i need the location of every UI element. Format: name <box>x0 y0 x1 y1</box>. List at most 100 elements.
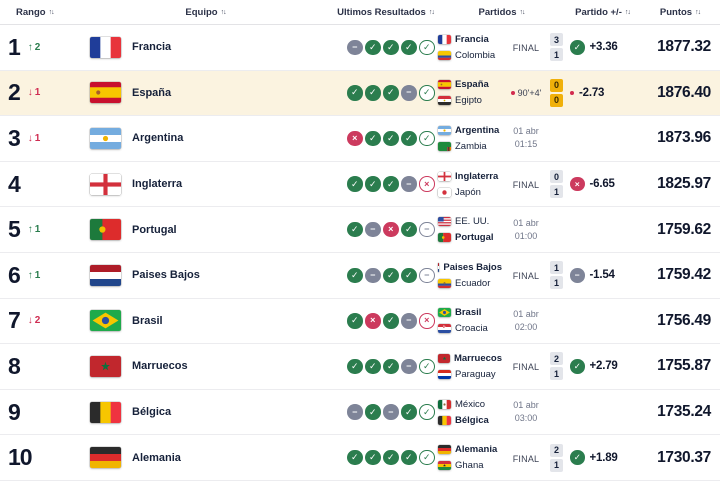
points-value: 1877.32 <box>640 38 720 56</box>
team-cell[interactable]: Inglaterra <box>78 174 333 195</box>
team-name: España <box>132 87 171 99</box>
match-flag-py <box>438 370 451 379</box>
delta-win-icon: ✓ <box>570 450 585 465</box>
home-team: EE. UU. <box>438 216 502 227</box>
team-cell[interactable]: Argentina <box>78 128 333 149</box>
column-label: Puntos <box>660 7 692 18</box>
match-final-label: FINAL <box>513 454 540 464</box>
match-teams: AlemaniaGhana <box>438 444 502 471</box>
match-cell[interactable]: BrasilCroacia01 abr02:00 <box>438 307 565 334</box>
team-flag-en <box>90 174 121 195</box>
last-results-cell: ✓✓✓✓✓ <box>333 450 438 466</box>
home-team-name: Inglaterra <box>455 171 498 182</box>
match-cell[interactable]: EE. UU.Portugal01 abr01:00 <box>438 216 565 243</box>
result-win-icon: ✓ <box>383 313 399 329</box>
column-header-ultimos-resultados: Ultimos Resultados ↑↓ <box>333 7 438 18</box>
rank-change-down: ↓1 <box>28 133 41 144</box>
rank-change-down: ↓2 <box>28 315 41 326</box>
table-row[interactable]: 8Marruecos✓✓✓−✓MarruecosParaguayFINAL21 ✓… <box>0 344 720 390</box>
result-draw-icon: − <box>401 313 417 329</box>
team-flag-pt <box>90 219 121 240</box>
team-flag-be <box>90 402 121 423</box>
result-win-icon: ✓ <box>383 85 399 101</box>
rank-number: 2 <box>8 79 20 106</box>
table-row[interactable]: 2↓1España✓✓✓−✓EspañaEgipto90'+4'00-2.731… <box>0 71 720 117</box>
table-row[interactable]: 7↓2Brasil✓×✓−×BrasilCroacia01 abr02:0017… <box>0 299 720 345</box>
result-win-icon: ✓ <box>347 176 363 192</box>
team-cell[interactable]: Paises Bajos <box>78 265 333 286</box>
match-flag-ma <box>438 354 450 363</box>
team-cell[interactable]: Marruecos <box>78 356 333 377</box>
result-win-icon: ✓ <box>383 359 399 375</box>
away-team-name: Ghana <box>455 460 484 471</box>
match-cell[interactable]: ArgentinaZambia01 abr01:15 <box>438 125 565 152</box>
rank-number: 7 <box>8 307 20 334</box>
team-flag-ma <box>90 356 121 377</box>
sort-icon[interactable]: ↑↓ <box>49 9 54 16</box>
live-indicator-icon <box>570 91 574 95</box>
away-team-name: Egipto <box>455 95 482 106</box>
match-flag-de <box>438 445 451 454</box>
table-row[interactable]: 3↓1Argentina×✓✓✓✓ArgentinaZambia01 abr01… <box>0 116 720 162</box>
rank-change-value: 2 <box>35 42 41 53</box>
delta-value: +1.89 <box>590 452 618 464</box>
home-score: 3 <box>550 33 563 46</box>
match-score: 00 <box>550 79 563 107</box>
match-flag-ar <box>438 126 451 135</box>
rank-cell: 3↓1 <box>0 125 78 152</box>
match-cell[interactable]: MarruecosParaguayFINAL21 <box>438 352 565 380</box>
match-cell[interactable]: EspañaEgipto90'+4'00 <box>438 79 565 107</box>
team-cell[interactable]: Portugal <box>78 219 333 240</box>
match-cell[interactable]: FranciaColombiaFINAL31 <box>438 33 565 61</box>
column-header-partidos: Partidos ↑↓ <box>438 7 565 18</box>
rank-number: 4 <box>8 171 20 198</box>
match-cell[interactable]: MéxicoBélgica01 abr03:00 <box>438 399 565 426</box>
result-win-icon: ✓ <box>401 40 417 56</box>
away-team-name: Ecuador <box>455 278 490 289</box>
team-cell[interactable]: Alemania <box>78 447 333 468</box>
last-results-cell: ✓✓✓−✓ <box>333 359 438 375</box>
team-cell[interactable]: Bélgica <box>78 402 333 423</box>
table-row[interactable]: 1↑2Francia−✓✓✓✓FranciaColombiaFINAL31✓+3… <box>0 25 720 71</box>
delta-value: -6.65 <box>590 178 615 190</box>
table-row[interactable]: 9Bélgica−✓−✓✓MéxicoBélgica01 abr03:00173… <box>0 390 720 436</box>
match-cell[interactable]: Paises BajosEcuadorFINAL11 <box>438 261 565 289</box>
sort-icon[interactable]: ↑↓ <box>520 9 525 16</box>
table-body: 1↑2Francia−✓✓✓✓FranciaColombiaFINAL31✓+3… <box>0 25 720 481</box>
home-team-name: Francia <box>455 34 489 45</box>
sort-icon[interactable]: ↑↓ <box>429 9 434 16</box>
table-row[interactable]: 10Alemania✓✓✓✓✓AlemaniaGhanaFINAL21✓+1.8… <box>0 435 720 481</box>
table-row[interactable]: 4Inglaterra✓✓✓−×InglaterraJapónFINAL01×-… <box>0 162 720 208</box>
match-score: 31 <box>550 33 563 61</box>
team-cell[interactable]: España <box>78 82 333 103</box>
match-flag-jp <box>438 188 451 197</box>
result-win-icon: ✓ <box>347 268 363 284</box>
rank-change-down: ↓1 <box>28 87 41 98</box>
match-flag-nl <box>438 263 439 272</box>
points-value: 1873.96 <box>640 129 720 147</box>
team-name: Francia <box>132 41 171 53</box>
delta-win-icon: ✓ <box>570 40 585 55</box>
home-team-name: Argentina <box>455 125 499 136</box>
table-row[interactable]: 6↑1Paises Bajos✓−✓✓−Paises BajosEcuadorF… <box>0 253 720 299</box>
team-cell[interactable]: Brasil <box>78 310 333 331</box>
match-cell[interactable]: AlemaniaGhanaFINAL21 <box>438 444 565 472</box>
team-cell[interactable]: Francia <box>78 37 333 58</box>
rank-change-value: 1 <box>35 87 41 98</box>
sort-icon[interactable]: ↑↓ <box>625 9 630 16</box>
table-row[interactable]: 5↑1Portugal✓−×✓−EE. UU.Portugal01 abr01:… <box>0 207 720 253</box>
sort-icon[interactable]: ↑↓ <box>695 9 700 16</box>
rank-change-value: 1 <box>35 270 41 281</box>
result-win-icon: ✓ <box>365 85 381 101</box>
home-score: 0 <box>550 170 563 183</box>
rank-cell: 6↑1 <box>0 262 78 289</box>
last-results-cell: ×✓✓✓✓ <box>333 131 438 147</box>
home-team: España <box>438 79 502 90</box>
column-label: Partidos <box>478 7 516 18</box>
rank-cell: 8 <box>0 353 78 380</box>
ranking-table: Rango ↑↓ Equipo ↑↓ Ultimos Resultados ↑↓… <box>0 0 720 481</box>
sort-icon[interactable]: ↑↓ <box>221 9 226 16</box>
away-team-name: Croacia <box>455 323 488 334</box>
column-header-puntos: Puntos ↑↓ <box>640 7 720 18</box>
match-cell[interactable]: InglaterraJapónFINAL01 <box>438 170 565 198</box>
